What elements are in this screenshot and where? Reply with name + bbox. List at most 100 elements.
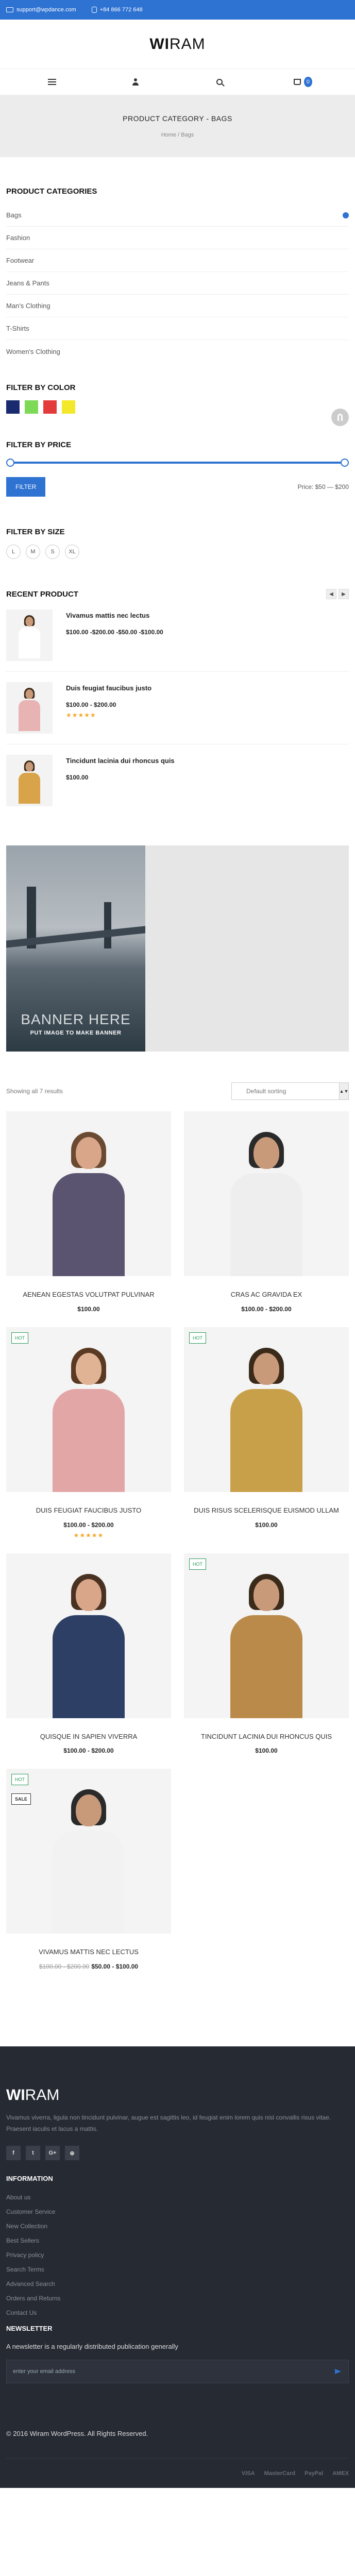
newsletter-form[interactable]: enter your email address bbox=[6, 2360, 349, 2384]
size-option[interactable]: L bbox=[6, 545, 21, 559]
topbar-phone[interactable]: +84 866 772 648 bbox=[91, 7, 143, 13]
product-card[interactable]: QUISQUE IN SAPIEN VIVERRA $100.00 - $200.… bbox=[6, 1553, 171, 1754]
recent-products-title: RECENT PRODUCT bbox=[6, 589, 79, 599]
product-name[interactable]: DUIS RISUS SCELERISQUE EUISMOD ULLAM bbox=[184, 1505, 349, 1516]
recent-product-name[interactable]: Vivamus mattis nec lectus bbox=[66, 612, 163, 619]
price-max-handle[interactable] bbox=[341, 459, 349, 467]
product-card[interactable]: AENEAN EGESTAS VOLUTPAT PULVINAR $100.00 bbox=[6, 1111, 171, 1313]
category-item[interactable]: Fashion bbox=[6, 227, 349, 249]
product-card[interactable]: HOT DUIS FEUGIAT FAUCIBUS JUSTO $100.00 - … bbox=[6, 1327, 171, 1539]
category-item[interactable]: Man's Clothing bbox=[6, 295, 349, 317]
promo-banner[interactable]: BANNER HERE PUT IMAGE TO MAKE BANNER bbox=[6, 845, 349, 1052]
product-image[interactable]: HOT bbox=[6, 1327, 171, 1492]
model-torso-shape bbox=[19, 773, 40, 804]
product-name[interactable]: TINCIDUNT LACINIA DUI RHONCUS QUIS bbox=[184, 1732, 349, 1742]
product-current-price: $100.00 bbox=[255, 1521, 278, 1529]
product-name[interactable]: AENEAN EGESTAS VOLUTPAT PULVINAR bbox=[6, 1290, 171, 1300]
category-item[interactable]: Women's Clothing bbox=[6, 340, 349, 363]
product-image[interactable]: HOT bbox=[184, 1327, 349, 1492]
search-button[interactable] bbox=[210, 74, 229, 90]
recent-product-item[interactable]: Vivamus mattis nec lectus $100.00 -$200.0… bbox=[6, 599, 349, 672]
footer-link[interactable]: Search Terms bbox=[6, 2266, 349, 2273]
footer-link[interactable]: Privacy policy bbox=[6, 2251, 349, 2259]
color-swatch[interactable] bbox=[6, 400, 20, 414]
price-min-handle[interactable] bbox=[6, 459, 14, 467]
recent-product-image[interactable] bbox=[6, 682, 53, 734]
send-icon[interactable] bbox=[335, 2369, 342, 2375]
search-icon bbox=[216, 79, 223, 85]
product-image[interactable] bbox=[6, 1553, 171, 1718]
footer-link[interactable]: Best Sellers bbox=[6, 2237, 349, 2244]
recent-product-price: $100.00 - $200.00 bbox=[66, 701, 116, 708]
google-plus-icon[interactable]: G+ bbox=[45, 2146, 60, 2161]
footer-about: Vivamus viverra, ligula non tincidunt pu… bbox=[6, 2114, 331, 2132]
sale-badge: SALE bbox=[11, 1793, 31, 1805]
banner-title: BANNER HERE bbox=[21, 1011, 131, 1027]
color-swatch[interactable] bbox=[62, 400, 75, 414]
recent-products-header: RECENT PRODUCT ◀ ▶ bbox=[6, 589, 349, 599]
site-logo[interactable]: WIRAM bbox=[149, 36, 205, 53]
breadcrumb[interactable]: Home / Bags bbox=[161, 132, 194, 138]
sidebar: PRODUCT CATEGORIES Bags Fashion Footwear Je… bbox=[0, 187, 355, 817]
recent-product-item[interactable]: Tincidunt lacinia dui rhoncus quis $100.0… bbox=[6, 744, 349, 817]
category-item[interactable]: T-Shirts bbox=[6, 317, 349, 340]
size-option[interactable]: S bbox=[45, 545, 60, 559]
model-torso-shape bbox=[19, 628, 40, 658]
recent-product-image[interactable] bbox=[6, 755, 53, 806]
twitter-icon[interactable]: t bbox=[26, 2146, 40, 2161]
product-image[interactable] bbox=[184, 1111, 349, 1276]
shop-toolbar: Showing all 7 results Default sorting ▲▼ bbox=[0, 1082, 355, 1100]
footer-link[interactable]: Contact Us bbox=[6, 2309, 349, 2316]
price-range-slider[interactable] bbox=[6, 457, 349, 468]
hot-badge: HOT bbox=[11, 1332, 28, 1344]
color-swatch[interactable] bbox=[25, 400, 38, 414]
footer-link[interactable]: Orders and Returns bbox=[6, 2295, 349, 2302]
footer-logo[interactable]: WIRAM bbox=[6, 2046, 349, 2104]
product-name[interactable]: QUISQUE IN SAPIEN VIVERRA bbox=[6, 1732, 171, 1742]
footer-link[interactable]: Advanced Search bbox=[6, 2280, 349, 2287]
size-option[interactable]: XL bbox=[65, 545, 79, 559]
floating-profile-button[interactable] bbox=[331, 409, 349, 426]
account-button[interactable] bbox=[126, 74, 145, 90]
newsletter-description: A newsletter is a regularly distributed … bbox=[6, 2343, 178, 2351]
sort-select[interactable]: Default sorting ▲▼ bbox=[231, 1082, 349, 1100]
category-label: Women's Clothing bbox=[6, 347, 60, 355]
product-card[interactable]: HOT SALE VIVAMUS MATTIS NEC LECTUS $100.00 … bbox=[6, 1769, 171, 1970]
next-arrow-icon[interactable]: ▶ bbox=[339, 589, 349, 599]
recent-product-item[interactable]: Duis feugiat faucibus justo $100.00 - $20… bbox=[6, 672, 349, 744]
product-name[interactable]: VIVAMUS MATTIS NEC LECTUS bbox=[6, 1947, 171, 1958]
product-name[interactable]: DUIS FEUGIAT FAUCIBUS JUSTO bbox=[6, 1505, 171, 1516]
footer-link[interactable]: About us bbox=[6, 2194, 349, 2201]
category-item[interactable]: Jeans & Pants bbox=[6, 272, 349, 295]
prev-arrow-icon[interactable]: ◀ bbox=[326, 589, 336, 599]
facebook-icon[interactable]: f bbox=[6, 2146, 21, 2161]
category-expand-icon[interactable] bbox=[343, 212, 349, 218]
product-card[interactable]: HOT TINCIDUNT LACINIA DUI RHONCUS QUIS $10… bbox=[184, 1553, 349, 1754]
category-item[interactable]: Bags bbox=[6, 204, 349, 227]
product-image[interactable] bbox=[6, 1111, 171, 1276]
model-torso-shape bbox=[19, 700, 40, 731]
newsletter-email-input[interactable]: enter your email address bbox=[13, 2368, 75, 2375]
product-price: $100.00 - $200.00 bbox=[6, 1747, 171, 1754]
size-option[interactable]: M bbox=[26, 545, 40, 559]
price-range-label: Price: $50 — $200 bbox=[297, 483, 349, 490]
category-item[interactable]: Footwear bbox=[6, 249, 349, 272]
filter-button[interactable]: FILTER bbox=[6, 477, 46, 497]
recent-product-name[interactable]: Duis feugiat faucibus justo bbox=[66, 684, 151, 692]
dribbble-icon[interactable]: ⊕ bbox=[65, 2146, 79, 2161]
recent-product-name[interactable]: Tincidunt lacinia dui rhoncus quis bbox=[66, 757, 175, 765]
model-torso-shape bbox=[53, 1173, 125, 1276]
hamburger-menu-button[interactable] bbox=[43, 74, 61, 90]
topbar-email[interactable]: support@wpdance.com bbox=[6, 7, 76, 13]
product-image[interactable]: HOT SALE bbox=[6, 1769, 171, 1934]
recent-product-image[interactable] bbox=[6, 609, 53, 661]
color-swatch[interactable] bbox=[43, 400, 57, 414]
product-card[interactable]: CRAS AC GRAVIDA EX $100.00 - $200.00 bbox=[184, 1111, 349, 1313]
product-image[interactable]: HOT bbox=[184, 1553, 349, 1718]
product-name[interactable]: CRAS AC GRAVIDA EX bbox=[184, 1290, 349, 1300]
footer-link[interactable]: Customer Service bbox=[6, 2208, 349, 2215]
footer-link[interactable]: New Collection bbox=[6, 2223, 349, 2230]
cart-button[interactable]: 0 bbox=[293, 74, 312, 90]
model-head-shape bbox=[253, 1579, 279, 1611]
product-card[interactable]: HOT DUIS RISUS SCELERISQUE EUISMOD ULLAM $… bbox=[184, 1327, 349, 1539]
